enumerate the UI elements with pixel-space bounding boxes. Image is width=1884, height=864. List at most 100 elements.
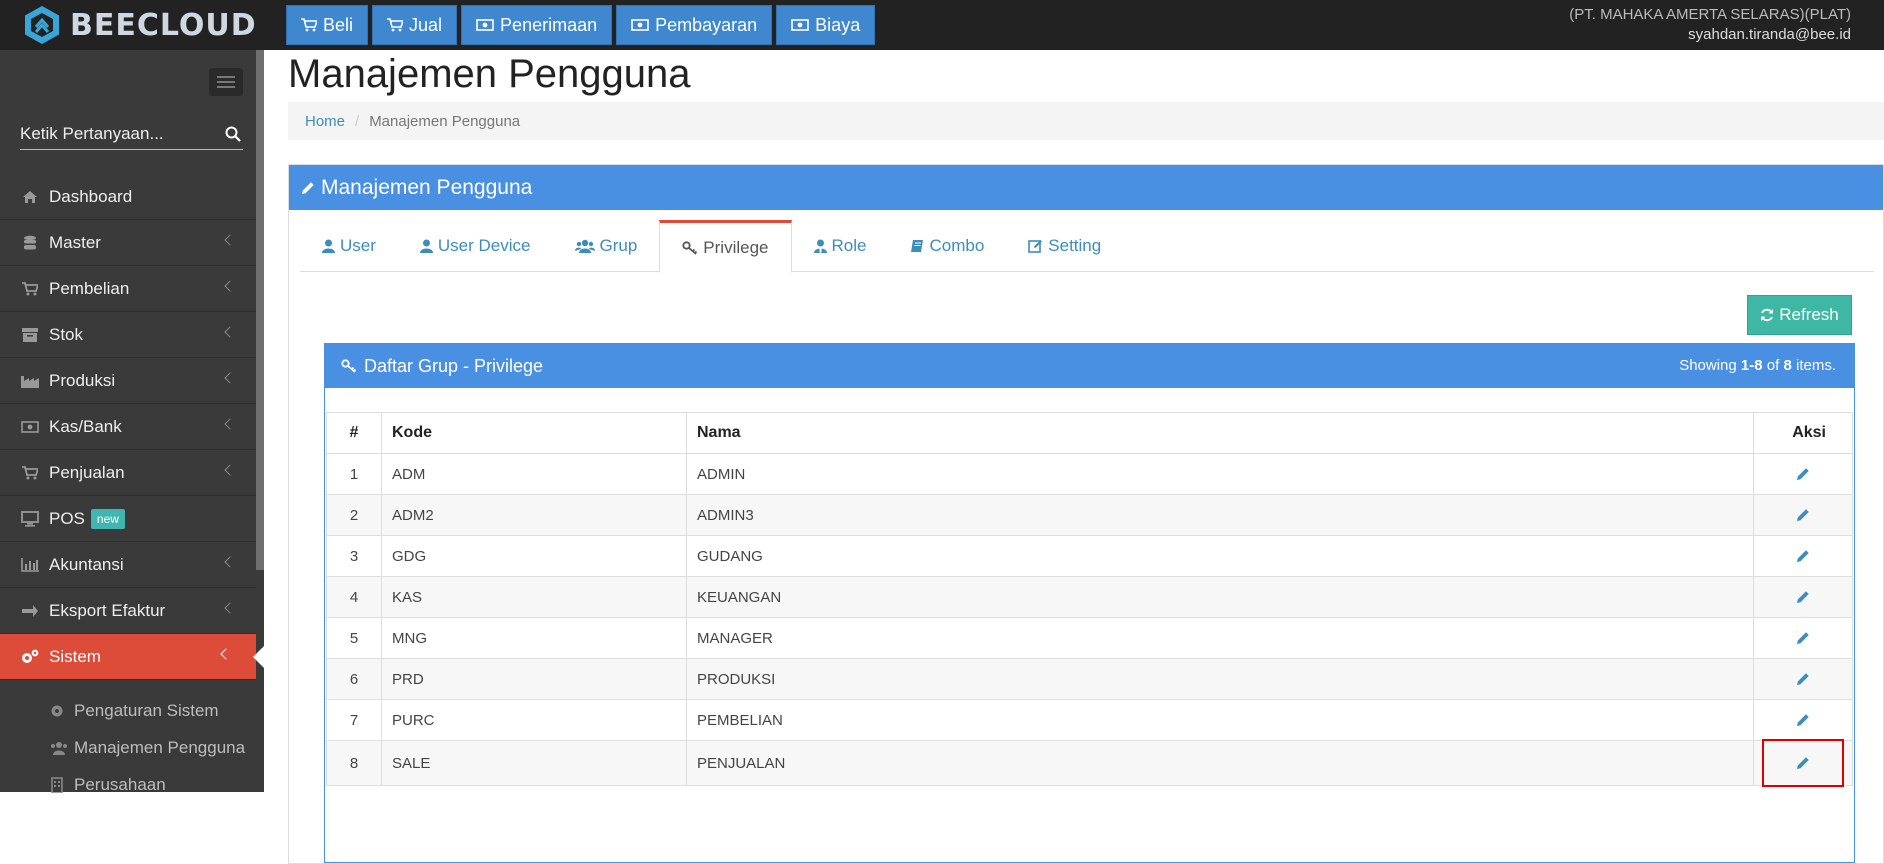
sidebar-item-penjualan[interactable]: Penjualan bbox=[0, 450, 256, 496]
pembayaran-button[interactable]: Pembayaran bbox=[616, 5, 773, 45]
submenu-item-label: Manajemen Pengguna bbox=[74, 737, 246, 757]
sidebar-item-kas-bank[interactable]: Kas/Bank bbox=[0, 404, 256, 450]
tab-role[interactable]: Role bbox=[792, 220, 889, 272]
cart-icon bbox=[301, 18, 317, 32]
submenu-item-manajemen-pengguna[interactable]: Manajemen Pengguna bbox=[0, 729, 256, 766]
sidebar-item-produksi[interactable]: Produksi bbox=[0, 358, 256, 404]
cell-aksi bbox=[1753, 494, 1853, 536]
tab-grup[interactable]: Grup bbox=[553, 220, 660, 272]
jual-button[interactable]: Jual bbox=[372, 5, 458, 45]
edit-pencil-icon[interactable] bbox=[1793, 710, 1813, 730]
edit-pencil-icon[interactable] bbox=[1793, 546, 1813, 566]
edit-pencil-icon[interactable] bbox=[1793, 464, 1813, 484]
users-icon bbox=[50, 741, 68, 755]
table-row: 7 PURC PEMBELIAN bbox=[326, 699, 1853, 741]
privilege-table: # Kode Nama Aksi 1 ADM ADMIN 2 ADM2 ADMI… bbox=[326, 412, 1853, 787]
table-row: 2 ADM2 ADMIN3 bbox=[326, 494, 1853, 536]
pencil-icon bbox=[302, 181, 314, 194]
highlighted-edit-target[interactable] bbox=[1762, 739, 1844, 787]
cell-nama: ADMIN3 bbox=[686, 494, 1754, 536]
submenu-item-perusahaan[interactable]: Perusahaan bbox=[0, 766, 256, 803]
sidebar-item-pos[interactable]: POS new bbox=[0, 496, 256, 542]
sidebar-item-label: Akuntansi bbox=[49, 554, 124, 574]
column-header-aksi: Aksi bbox=[1753, 412, 1853, 454]
sidebar-item-dashboard[interactable]: Dashboard bbox=[0, 174, 256, 220]
column-header-no[interactable]: # bbox=[326, 412, 382, 454]
chevron-left-icon bbox=[224, 556, 236, 568]
chevron-left-icon bbox=[224, 418, 236, 430]
cell-kode: PRD bbox=[381, 658, 687, 700]
penerimaan-button[interactable]: Penerimaan bbox=[461, 5, 613, 45]
gears-icon bbox=[20, 647, 40, 667]
summary-of: of bbox=[1762, 357, 1784, 374]
chevron-left-icon bbox=[224, 234, 236, 246]
sidebar-item-akuntansi[interactable]: Akuntansi bbox=[0, 542, 256, 588]
edit-pencil-icon[interactable] bbox=[1793, 669, 1813, 689]
cell-nama: PEMBELIAN bbox=[686, 699, 1754, 741]
breadcrumb-home-link[interactable]: Home bbox=[305, 113, 345, 130]
tab-label: User bbox=[340, 236, 376, 255]
company-name: (PT. MAHAKA AMERTA SELARAS)(PLAT) bbox=[1569, 6, 1851, 23]
tab-bar: User User Device Grup Privilege Role Com… bbox=[300, 220, 1874, 273]
column-header-nama[interactable]: Nama bbox=[686, 412, 1754, 454]
user-icon bbox=[322, 239, 335, 253]
tab-label: User Device bbox=[437, 236, 531, 255]
tab-combo[interactable]: Combo bbox=[888, 220, 1006, 272]
home-icon bbox=[20, 187, 40, 207]
tab-user-device[interactable]: User Device bbox=[398, 220, 553, 272]
sidebar-item-label: Sistem bbox=[49, 646, 101, 666]
top-bar: BEECLOUD Beli Jual Penerimaan Pembayaran… bbox=[0, 0, 1884, 50]
user-icon bbox=[419, 239, 433, 253]
sidebar-item-label: Stok bbox=[49, 324, 84, 344]
column-header-kode[interactable]: Kode bbox=[381, 412, 687, 454]
edit-pencil-icon[interactable] bbox=[1793, 505, 1813, 525]
sidebar-item-label: Penjualan bbox=[49, 462, 125, 482]
key-icon bbox=[341, 359, 357, 373]
refresh-label: Refresh bbox=[1779, 305, 1839, 324]
tab-setting[interactable]: Setting bbox=[1006, 220, 1123, 272]
search-icon[interactable] bbox=[225, 126, 241, 142]
edit-pencil-icon[interactable] bbox=[1793, 753, 1813, 773]
top-nav: Beli Jual Penerimaan Pembayaran Biaya bbox=[286, 5, 876, 45]
chevron-left-icon bbox=[224, 280, 236, 292]
sidebar-item-label: Master bbox=[49, 232, 101, 252]
edit-pencil-icon[interactable] bbox=[1793, 587, 1813, 607]
cell-aksi bbox=[1753, 535, 1853, 577]
biaya-button[interactable]: Biaya bbox=[776, 5, 876, 45]
cart-icon bbox=[20, 279, 40, 299]
account-info[interactable]: (PT. MAHAKA AMERTA SELARAS)(PLAT) syahda… bbox=[1569, 5, 1851, 45]
database-icon bbox=[20, 233, 40, 253]
cell-kode: PURC bbox=[381, 699, 687, 741]
cell-aksi bbox=[1753, 739, 1853, 787]
users-icon bbox=[574, 239, 595, 253]
search-input[interactable] bbox=[20, 120, 210, 148]
cell-kode: MNG bbox=[381, 617, 687, 659]
chevron-left-icon bbox=[224, 602, 236, 614]
brand-name: BEECLOUD bbox=[70, 7, 257, 43]
edit-pencil-icon[interactable] bbox=[1793, 628, 1813, 648]
sidebar-item-eksport-efaktur[interactable]: Eksport Efaktur bbox=[0, 588, 256, 634]
sidebar-item-master[interactable]: Master bbox=[0, 220, 256, 266]
building-icon bbox=[50, 776, 68, 793]
sidebar-item-stok[interactable]: Stok bbox=[0, 312, 256, 358]
gear-icon bbox=[50, 704, 68, 718]
tab-privilege[interactable]: Privilege bbox=[659, 220, 792, 273]
cell-no: 3 bbox=[326, 535, 382, 577]
money-icon bbox=[791, 19, 809, 31]
summary-range: 1-8 bbox=[1740, 357, 1763, 374]
brand-logo[interactable]: BEECLOUD bbox=[24, 5, 257, 45]
beli-button[interactable]: Beli bbox=[286, 5, 369, 45]
sidebar-toggle-button[interactable] bbox=[209, 68, 243, 96]
cell-no: 4 bbox=[326, 576, 382, 618]
sidebar-scrollbar[interactable] bbox=[256, 50, 264, 570]
sidebar-item-sistem[interactable]: Sistem bbox=[0, 634, 264, 680]
submenu-item-pengaturan-sistem[interactable]: Pengaturan Sistem bbox=[0, 692, 256, 729]
penerimaan-label: Penerimaan bbox=[500, 14, 598, 35]
tab-user[interactable]: User bbox=[300, 220, 398, 272]
cell-kode: ADM2 bbox=[381, 494, 687, 536]
refresh-button[interactable]: Refresh bbox=[1747, 295, 1852, 335]
sidebar-item-pembelian[interactable]: Pembelian bbox=[0, 266, 256, 312]
chevron-left-icon bbox=[220, 648, 232, 660]
sidebar-item-label: Kas/Bank bbox=[49, 416, 122, 436]
refresh-icon bbox=[1761, 308, 1774, 322]
